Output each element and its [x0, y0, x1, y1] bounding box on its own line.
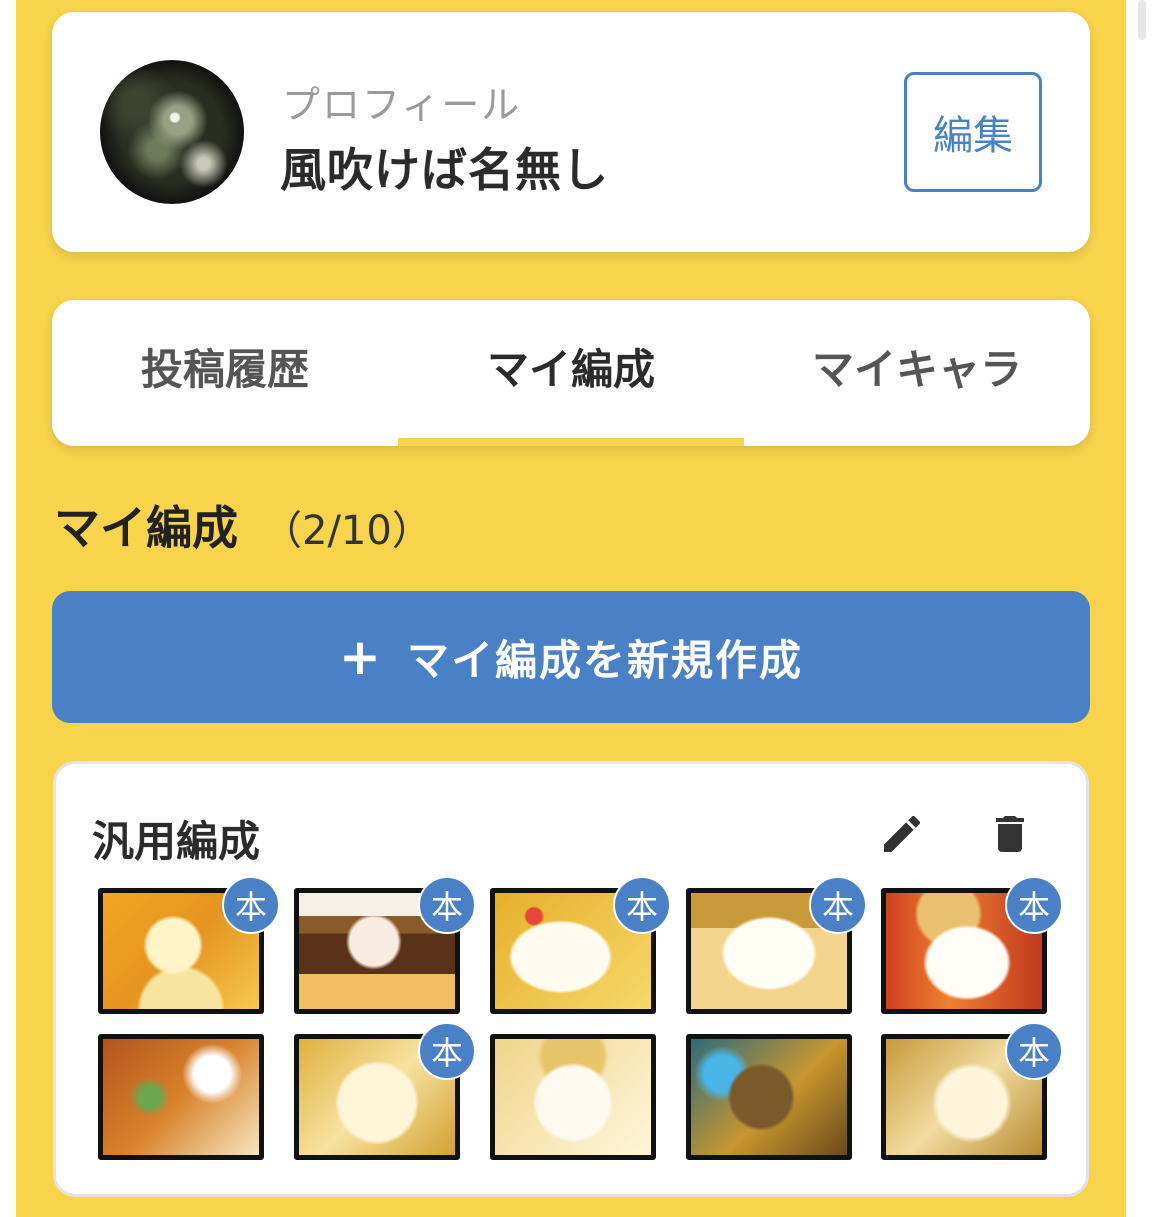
unit-slot[interactable] [98, 1034, 264, 1160]
section-title: マイ編成 [54, 501, 238, 555]
create-formation-button[interactable]: + マイ編成を新規作成 [52, 591, 1090, 723]
trash-icon[interactable] [986, 810, 1034, 858]
formation-card: 汎用編成 本 本 本 本 本 本 本 [53, 761, 1089, 1197]
create-formation-label: マイ編成を新規作成 [406, 635, 803, 685]
edit-profile-button[interactable]: 編集 [904, 72, 1042, 192]
plus-icon: + [339, 628, 383, 686]
unit-slot[interactable] [686, 1034, 852, 1160]
profile-caption: プロフィール [282, 83, 522, 127]
true-form-badge: 本 [613, 876, 671, 934]
true-form-badge: 本 [1005, 876, 1063, 934]
true-form-badge: 本 [222, 876, 280, 934]
tab-my-characters[interactable]: マイキャラ [744, 300, 1090, 446]
section-count: （2/10） [262, 508, 432, 554]
tab-bar: 投稿履歴 マイ編成 マイキャラ [52, 300, 1090, 446]
pencil-icon[interactable] [878, 810, 926, 858]
profile-name: 風吹けば名無し [280, 143, 609, 197]
tab-my-formation[interactable]: マイ編成 [398, 300, 744, 446]
active-tab-indicator [398, 438, 744, 446]
formation-name: 汎用編成 [92, 817, 261, 866]
profile-card: プロフィール 風吹けば名無し 編集 [52, 12, 1090, 252]
true-form-badge: 本 [418, 1022, 476, 1080]
true-form-badge: 本 [418, 876, 476, 934]
tab-post-history[interactable]: 投稿履歴 [52, 300, 398, 446]
true-form-badge: 本 [809, 876, 867, 934]
true-form-badge: 本 [1005, 1022, 1063, 1080]
unit-slot[interactable] [490, 1034, 656, 1160]
avatar[interactable] [100, 60, 244, 204]
scrollbar[interactable] [1138, 0, 1146, 40]
